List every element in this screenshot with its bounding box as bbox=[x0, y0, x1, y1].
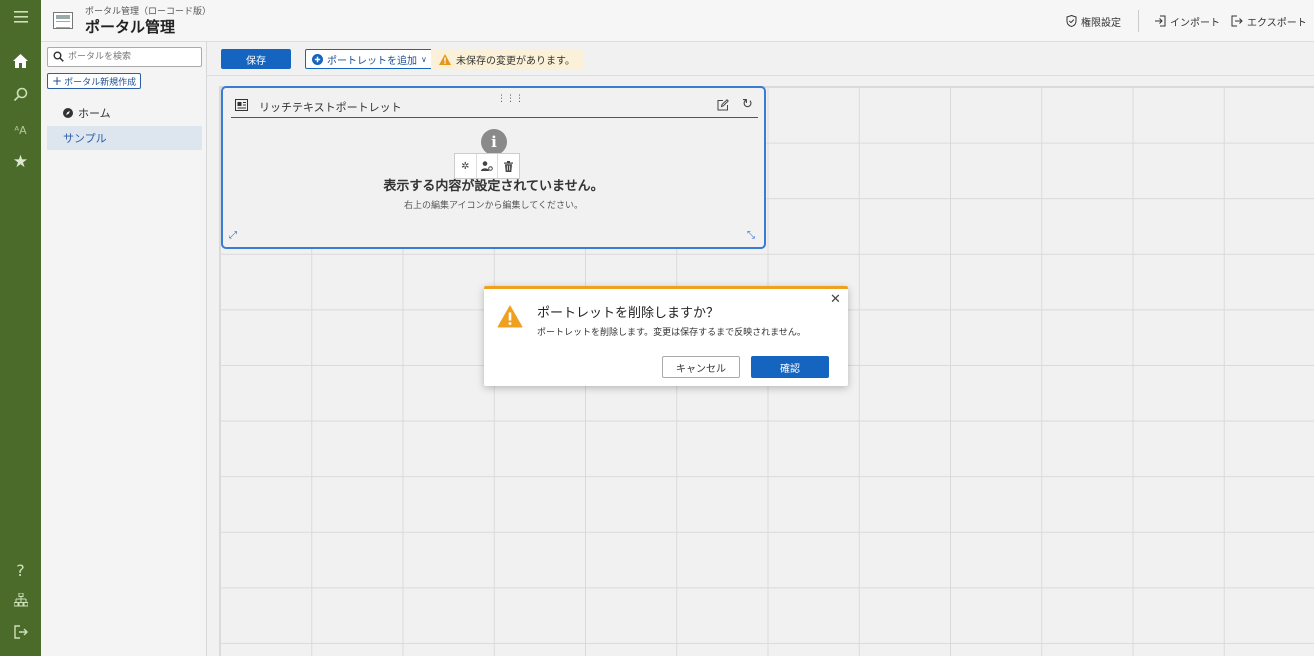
new-portal-button[interactable]: + ポータル新規作成 bbox=[47, 73, 142, 89]
permission-settings-label: 権限設定 bbox=[1081, 17, 1121, 29]
portal-sidebar: + ポータル新規作成 ホーム サンプル bbox=[41, 42, 207, 656]
portal-search[interactable] bbox=[47, 47, 202, 67]
gear-icon[interactable]: ✲ bbox=[455, 154, 477, 178]
app-title: ポータル管理 bbox=[85, 18, 176, 36]
sitemap-icon[interactable] bbox=[0, 583, 41, 617]
star-icon[interactable]: ★ bbox=[0, 145, 41, 179]
rich-text-portlet[interactable]: リッチテキストポートレット ⋮⋮⋮ ↻ i 表示する内容が設定されていません。 … bbox=[221, 86, 766, 249]
import-button[interactable]: インポート bbox=[1154, 13, 1220, 29]
menu-icon[interactable] bbox=[0, 0, 41, 34]
add-portlet-button[interactable]: ポートレットを追加 ∨ bbox=[305, 49, 434, 69]
search-icon bbox=[53, 51, 64, 62]
import-label: インポート bbox=[1170, 17, 1220, 29]
add-portlet-label: ポートレットを追加 bbox=[327, 55, 417, 67]
chevron-down-icon: ∨ bbox=[421, 54, 427, 64]
rich-text-icon bbox=[235, 99, 248, 111]
reload-icon[interactable]: ↻ bbox=[742, 97, 753, 112]
confirm-button[interactable]: 確認 bbox=[751, 356, 829, 378]
delete-portlet-dialog: ポートレットを削除しますか？ ポートレットを削除します。変更は保存するまで反映さ… bbox=[484, 286, 848, 386]
sidebar-item-home[interactable]: ホーム bbox=[47, 101, 202, 125]
header-divider bbox=[1138, 10, 1139, 32]
trash-icon[interactable] bbox=[498, 154, 519, 178]
export-button[interactable]: エクスポート bbox=[1231, 13, 1307, 29]
drag-handle-icon[interactable]: ⋮⋮⋮ bbox=[497, 94, 524, 104]
warning-icon bbox=[439, 53, 451, 65]
save-button[interactable]: 保存 bbox=[221, 49, 291, 69]
warning-icon bbox=[497, 305, 523, 328]
help-icon[interactable]: ? bbox=[0, 553, 41, 587]
resize-handle-left-icon[interactable]: ⤢ bbox=[229, 230, 237, 241]
portlet-hint: 右上の編集アイコンから編集してください。 bbox=[403, 201, 583, 211]
sidebar-item-sample[interactable]: サンプル bbox=[47, 126, 202, 150]
unsaved-changes-text: 未保存の変更があります。 bbox=[456, 55, 575, 67]
plus-circle-icon bbox=[312, 53, 323, 65]
portlet-header: リッチテキストポートレット ⋮⋮⋮ ↻ bbox=[231, 94, 758, 118]
export-icon bbox=[1231, 15, 1243, 27]
edit-icon[interactable] bbox=[717, 99, 729, 111]
dialog-title: ポートレットを削除しますか？ bbox=[537, 306, 720, 321]
left-rail: ᴬA ★ ? bbox=[0, 0, 41, 656]
portal-search-input[interactable] bbox=[68, 50, 198, 64]
new-portal-label: ポータル新規作成 bbox=[64, 77, 137, 88]
home-icon[interactable] bbox=[0, 44, 41, 78]
app-header: ポータル管理（ローコード版） ポータル管理 権限設定 インポート エクスポート bbox=[41, 0, 1314, 42]
logout-icon[interactable] bbox=[0, 615, 41, 649]
plus-icon: + bbox=[52, 74, 63, 88]
portal-admin-icon bbox=[53, 12, 73, 29]
compass-icon bbox=[63, 108, 73, 118]
sidebar-item-label: サンプル bbox=[63, 132, 107, 145]
unsaved-changes-banner: 未保存の変更があります。 bbox=[431, 49, 583, 69]
sidebar-item-label: ホーム bbox=[78, 107, 111, 120]
user-settings-icon[interactable] bbox=[477, 154, 499, 178]
search-icon[interactable] bbox=[0, 77, 41, 111]
portlet-title: リッチテキストポートレット bbox=[259, 101, 402, 114]
cancel-button[interactable]: キャンセル bbox=[662, 356, 740, 378]
close-icon[interactable]: ✕ bbox=[830, 292, 841, 307]
editor-toolbar: 保存 ポートレットを追加 ∨ 未保存の変更があります。 bbox=[207, 42, 1314, 76]
font-size-icon[interactable]: ᴬA bbox=[0, 113, 41, 147]
shield-icon bbox=[1066, 15, 1077, 27]
dialog-message: ポートレットを削除します。変更は保存するまで反映されません。 bbox=[537, 328, 806, 338]
info-icon: i bbox=[481, 129, 507, 155]
permission-settings-button[interactable]: 権限設定 bbox=[1066, 13, 1121, 29]
portlet-action-toolbar: ✲ bbox=[454, 153, 520, 179]
resize-handle-right-icon[interactable]: ⤡ bbox=[747, 230, 755, 241]
import-icon bbox=[1155, 15, 1166, 27]
export-label: エクスポート bbox=[1247, 17, 1307, 29]
